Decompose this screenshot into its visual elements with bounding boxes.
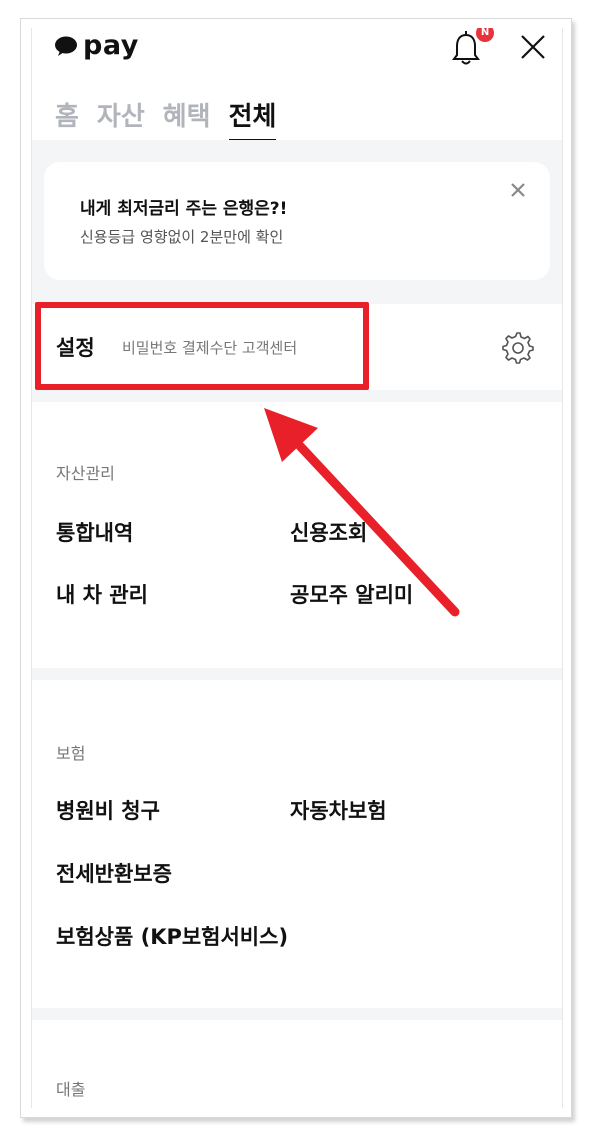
tab-assets[interactable]: 자산 xyxy=(97,96,145,142)
top-tabs: 홈 자산 혜택 전체 xyxy=(55,96,277,142)
menu-hospital-claim[interactable]: 병원비 청구 xyxy=(56,795,160,825)
menu-ipo-alert[interactable]: 공모주 알리미 xyxy=(290,579,413,609)
logo-text: pay xyxy=(83,30,139,61)
tab-home[interactable]: 홈 xyxy=(55,96,79,142)
close-icon[interactable] xyxy=(518,32,548,62)
tab-benefits[interactable]: 혜택 xyxy=(163,96,211,142)
tab-all[interactable]: 전체 xyxy=(228,96,277,142)
menu-integrated-history[interactable]: 통합내역 xyxy=(56,517,133,547)
section-divider xyxy=(32,668,562,680)
promo-title: 내게 최저금리 주는 은행은?! xyxy=(80,199,288,219)
loan-section-label: 대출 xyxy=(56,1080,86,1099)
promo-card[interactable]: 내게 최저금리 주는 은행은?! 신용등급 영향없이 2분만에 확인 xyxy=(44,162,550,280)
kakaopay-logo[interactable]: pay xyxy=(54,30,139,61)
gear-icon[interactable] xyxy=(500,330,534,364)
speech-bubble-icon xyxy=(55,36,77,56)
app-screen: pay N 홈 자산 혜택 전체 내게 최저금리 주는 은행은?! 신용등급 영… xyxy=(31,28,563,1108)
menu-insurance-products[interactable]: 보험상품 (KP보험서비스) xyxy=(56,921,288,951)
settings-highlight-box xyxy=(35,302,369,390)
insurance-section-label: 보험 xyxy=(56,744,86,763)
section-divider xyxy=(32,390,562,402)
promo-close-icon[interactable] xyxy=(510,182,526,198)
notification-badge: N xyxy=(476,28,494,42)
section-divider xyxy=(32,1008,562,1020)
menu-car-management[interactable]: 내 차 관리 xyxy=(56,579,148,609)
promo-subtitle: 신용등급 영향없이 2분만에 확인 xyxy=(80,228,284,246)
menu-credit-check[interactable]: 신용조회 xyxy=(290,517,367,547)
menu-jeonse-guarantee[interactable]: 전세반환보증 xyxy=(56,858,172,888)
menu-car-insurance[interactable]: 자동차보험 xyxy=(290,795,387,825)
asset-section-label: 자산관리 xyxy=(56,464,115,483)
